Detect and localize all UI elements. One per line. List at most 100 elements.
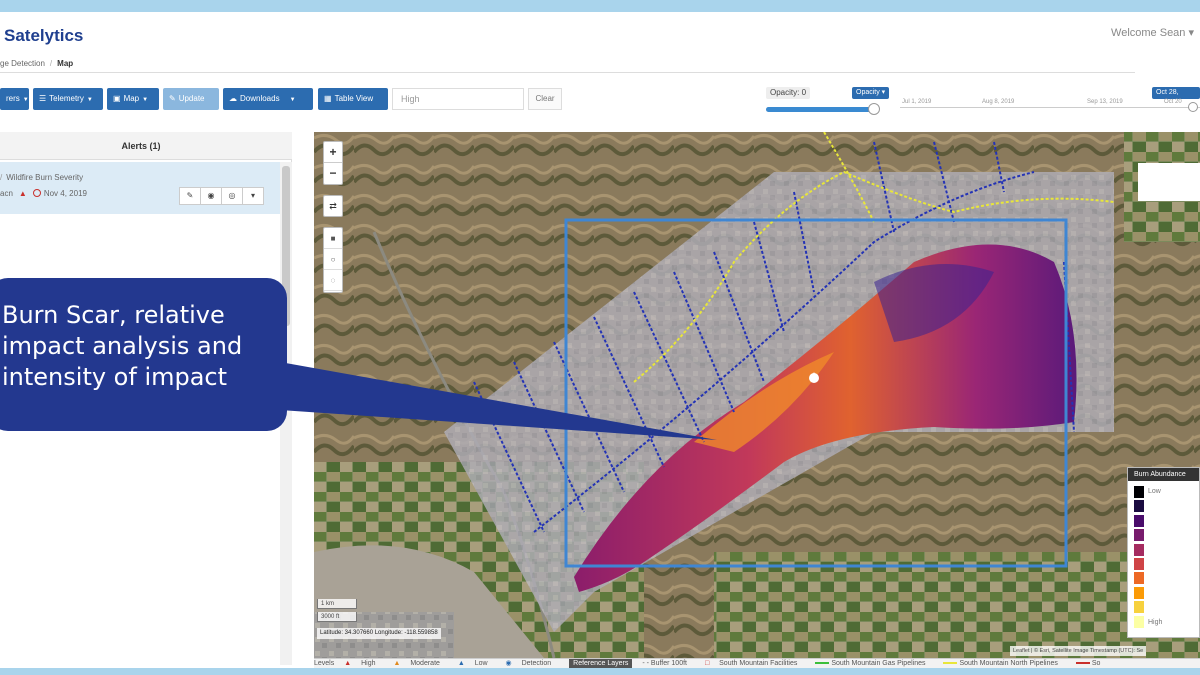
callout-line: Burn Scar, relative (2, 301, 225, 329)
map-info-panel (1138, 163, 1200, 201)
caret-down-icon: ▼ (289, 97, 296, 103)
scale-bar: 1 km 3000 ft (317, 599, 357, 625)
eye-icon[interactable]: ◎ (221, 187, 243, 205)
downloads-button[interactable]: ☁ Downloads ▼ (223, 88, 313, 110)
level-high[interactable]: ▲ High (344, 659, 383, 668)
legend-swatch (1134, 601, 1144, 614)
alert-title: / Wildfire Burn Severity (0, 173, 84, 182)
polygon-icon[interactable]: ■ (324, 228, 342, 249)
timeline-handle[interactable] (1188, 102, 1198, 112)
caret-down-icon: ▼ (86, 97, 93, 103)
table-view-button[interactable]: ▦ Table View (318, 88, 388, 110)
alert-item[interactable]: / Wildfire Burn Severity acn ▲ Nov 4, 2019 … (0, 162, 280, 214)
gas-pipelines-layer[interactable]: South Mountain Gas Pipelines (815, 659, 933, 668)
map-icon: ▣ (113, 94, 121, 103)
coordinate-readout: Latitude: 34.307660 Longitude: -118.5598… (317, 628, 441, 639)
timeline-label: Sep 13, 2019 (1085, 99, 1125, 105)
breadcrumb-separator: / (49, 59, 53, 68)
user-menu[interactable]: Welcome Sean ▾ (1111, 26, 1194, 39)
breadcrumb-item-map: Map (57, 59, 74, 68)
timeline-label: Jul 1, 2019 (900, 99, 934, 105)
date-chip[interactable]: Oct 28, 2019 (1152, 87, 1200, 108)
bottom-accent-stripe (0, 668, 1200, 675)
brand-logo[interactable]: Satelytics (4, 26, 83, 46)
target-icon[interactable]: ◉ (200, 187, 222, 205)
chevron-down-icon[interactable]: ▾ (242, 187, 264, 205)
buffer-layer[interactable]: - - Buffer 100ft (642, 659, 695, 668)
opacity-dropdown[interactable]: Opacity ▾ (852, 87, 890, 99)
line-swatch (943, 662, 958, 665)
legend-swatch (1134, 615, 1144, 628)
opacity-label: Opacity: 0 (766, 87, 811, 99)
reference-layers-label: Reference Layers (569, 659, 633, 668)
zoom-in-icon[interactable]: + (324, 142, 342, 163)
opacity-slider[interactable] (766, 103, 880, 115)
opacity-slider-fill (766, 107, 874, 112)
alert-level: acn (0, 189, 13, 198)
list-icon: ☰ (39, 94, 47, 103)
levels-label: Levels (314, 660, 335, 667)
callout-pointer (280, 362, 717, 440)
pencil-icon: ✎ (169, 94, 176, 103)
callout-text: Burn Scar, relative impact analysis and … (2, 300, 242, 393)
bell-icon: ▲ (18, 189, 27, 198)
opacity-slider-handle[interactable] (867, 103, 880, 115)
timeline-slider[interactable]: Jul 1, 2019 Aug 8, 2019 Sep 13, 2019 Oct… (900, 99, 1200, 112)
level-low[interactable]: ▲ Low (458, 659, 496, 668)
telemetry-button[interactable]: ☰ Telemetry ▼ (33, 88, 103, 110)
search-input[interactable] (392, 88, 524, 110)
high-icon: ▲ (344, 660, 352, 667)
legend-swatch (1134, 572, 1144, 585)
legend-low-label: Low (1148, 488, 1161, 495)
north-pipelines-layer[interactable]: South Mountain North Pipelines (943, 659, 1065, 668)
caret-down-icon: ▼ (142, 97, 149, 103)
zoom-out-icon[interactable]: − (324, 163, 342, 184)
legend-swatch (1134, 586, 1144, 599)
legend-swatch (1134, 486, 1144, 498)
update-button[interactable]: ✎ Update (163, 88, 219, 110)
callout-line: intensity of impact (2, 363, 228, 391)
facilities-layer[interactable]: □ South Mountain Facilities (705, 659, 805, 668)
map-marker-icon[interactable] (809, 373, 819, 383)
breadcrumb: ge Detection / Map (0, 59, 73, 68)
circle-icon[interactable]: ○ (324, 249, 342, 270)
alert-date: Nov 4, 2019 (43, 189, 87, 198)
timeline-label: Oct 20 (1162, 99, 1184, 105)
map-attribution[interactable]: Leaflet | © Esri, Satellite Image Timest… (1010, 646, 1147, 656)
breadcrumb-item-detection[interactable]: ge Detection (0, 59, 45, 68)
scale-ft: 3000 ft (317, 612, 357, 622)
map-button[interactable]: ▣ Map ▼ (107, 88, 159, 110)
table-icon: ▦ (324, 94, 332, 103)
legend-title: Burn Abundance (1128, 468, 1199, 481)
low-icon: ▲ (457, 660, 465, 667)
alert-marker: / (0, 173, 3, 182)
welcome-text: Welcome Sean (1111, 27, 1186, 39)
scale-km: 1 km (317, 599, 357, 609)
line-swatch (1075, 662, 1090, 665)
level-moderate[interactable]: ▲ Moderate (393, 659, 447, 668)
line-swatch (815, 662, 830, 665)
callout-line: impact analysis and (2, 332, 243, 360)
detection-icon: ◉ (505, 660, 512, 667)
legend-swatch (1134, 514, 1144, 527)
clock-icon (32, 189, 41, 197)
legend-swatch (1134, 543, 1144, 556)
facility-icon: □ (704, 660, 710, 667)
edit-icon[interactable]: ✎ (179, 187, 201, 205)
timeline-track (900, 107, 1200, 108)
filters-button[interactable]: rers ▼ (0, 88, 29, 110)
draw-toolbar: ■ ○ ◌ (323, 227, 343, 293)
measure-icon[interactable]: ⇄ (323, 195, 343, 217)
legend-swatch (1134, 558, 1144, 570)
alert-meta: acn ▲ Nov 4, 2019 (0, 189, 87, 198)
app-header: Satelytics Welcome Sean ▾ ge Detection / M… (0, 12, 1200, 82)
clear-button[interactable]: Clear (528, 88, 562, 110)
caret-down-icon: ▼ (22, 97, 29, 103)
toolbar: rers ▼ ☰ Telemetry ▼ ▣ Map ▼ ✎ Update ☁ Downloa… (0, 84, 1200, 118)
level-detection[interactable]: ◉ Detection (506, 659, 560, 668)
burn-legend: Burn Abundance Low High (1127, 467, 1200, 638)
so-layer[interactable]: So (1075, 659, 1109, 668)
top-accent-stripe (0, 0, 1200, 12)
marker-icon[interactable]: ◌ (324, 270, 342, 291)
moderate-icon: ▲ (393, 660, 401, 667)
